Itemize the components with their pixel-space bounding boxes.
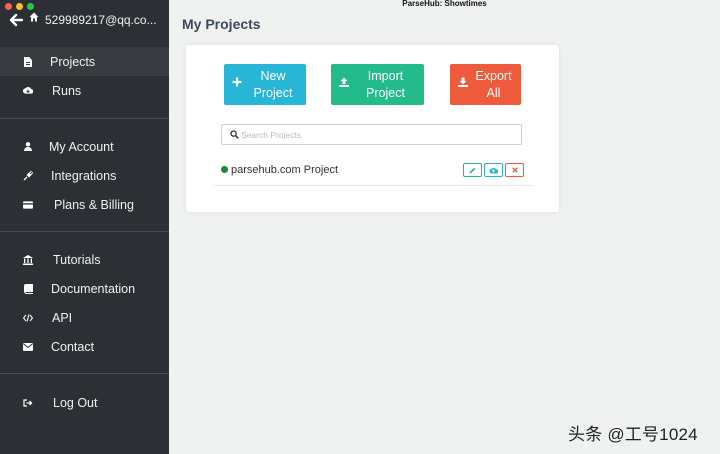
- sidebar-item-my-account[interactable]: My Account: [0, 132, 169, 161]
- sidebar-item-label: Runs: [52, 83, 82, 98]
- divider: [0, 118, 169, 119]
- sidebar-item-log-out[interactable]: Log Out: [0, 388, 169, 417]
- project-name[interactable]: parsehub.com Project: [231, 164, 338, 176]
- pencil-icon: [469, 167, 476, 173]
- credit-card-icon: [23, 200, 33, 210]
- export-all-label-1: Export: [475, 68, 512, 83]
- page-title: My Projects: [182, 16, 261, 32]
- upload-icon: [339, 77, 349, 87]
- sidebar-item-api[interactable]: API: [0, 303, 169, 332]
- import-project-label-1: Import: [367, 68, 404, 83]
- sidebar-item-label: Tutorials: [53, 252, 101, 267]
- sidebar-item-label: Log Out: [53, 395, 98, 410]
- search-box: [221, 124, 522, 145]
- divider: [0, 373, 169, 374]
- account-email[interactable]: 529989217@qq.co...: [45, 13, 157, 27]
- new-project-label-2: Project: [253, 85, 293, 100]
- file-icon: [23, 56, 33, 67]
- book-icon: [23, 283, 33, 294]
- edit-project-button[interactable]: [463, 163, 482, 177]
- envelope-icon: [23, 342, 33, 352]
- window-controls: [5, 3, 34, 10]
- sidebar-item-label: Documentation: [51, 281, 136, 296]
- sidebar-item-label: Projects: [50, 54, 96, 69]
- close-window-button[interactable]: [5, 3, 12, 10]
- watermark: 头条 @工号1024: [568, 425, 698, 444]
- plus-icon: [232, 77, 242, 87]
- sidebar-item-label: Contact: [51, 339, 95, 354]
- projects-card: New Project Import Project Export All parse…: [186, 45, 559, 212]
- divider: [0, 231, 169, 232]
- window-title: ParseHub: Showtimes: [402, 0, 487, 8]
- sidebar-item-tutorials[interactable]: Tutorials: [0, 245, 169, 274]
- export-all-button[interactable]: Export All: [450, 64, 521, 105]
- home-icon[interactable]: [29, 12, 39, 22]
- search-input[interactable]: [241, 127, 511, 142]
- institution-icon: [23, 254, 33, 265]
- sidebar-item-runs[interactable]: Runs: [0, 76, 169, 105]
- sidebar-item-integrations[interactable]: Integrations: [0, 161, 169, 190]
- zoom-window-button[interactable]: [27, 3, 34, 10]
- new-project-label-1: New: [260, 68, 286, 83]
- sidebar-item-projects[interactable]: Projects: [0, 47, 169, 76]
- cloud-download-icon: [23, 86, 33, 96]
- delete-project-button[interactable]: [505, 163, 524, 177]
- minimize-window-button[interactable]: [16, 3, 23, 10]
- search-icon: [230, 130, 239, 139]
- sidebar-item-label: API: [52, 310, 73, 325]
- sign-out-icon: [23, 398, 33, 408]
- user-icon: [23, 142, 33, 152]
- download-icon: [458, 77, 468, 87]
- sidebar-item-documentation[interactable]: Documentation: [0, 274, 169, 303]
- sidebar-item-label: Integrations: [51, 168, 117, 183]
- sidebar: 529989217@qq.co... Projects Runs My Acco…: [0, 0, 169, 454]
- import-project-label-2: Project: [366, 85, 405, 100]
- import-project-button[interactable]: Import Project: [331, 64, 424, 105]
- back-arrow-icon[interactable]: [9, 13, 23, 27]
- code-icon: [23, 313, 33, 323]
- new-project-button[interactable]: New Project: [224, 64, 306, 105]
- close-icon: [511, 167, 518, 173]
- status-dot: [221, 166, 228, 173]
- cloud-upload-icon: [489, 167, 498, 173]
- run-project-button[interactable]: [484, 163, 503, 177]
- sidebar-item-contact[interactable]: Contact: [0, 332, 169, 361]
- sidebar-item-label: My Account: [49, 139, 114, 154]
- plug-icon: [23, 170, 33, 181]
- export-all-label-2: All: [486, 85, 501, 100]
- project-row[interactable]: parsehub.com Project: [213, 158, 533, 186]
- sidebar-item-plans-billing[interactable]: Plans & Billing: [0, 190, 169, 219]
- sidebar-item-label: Plans & Billing: [54, 197, 134, 212]
